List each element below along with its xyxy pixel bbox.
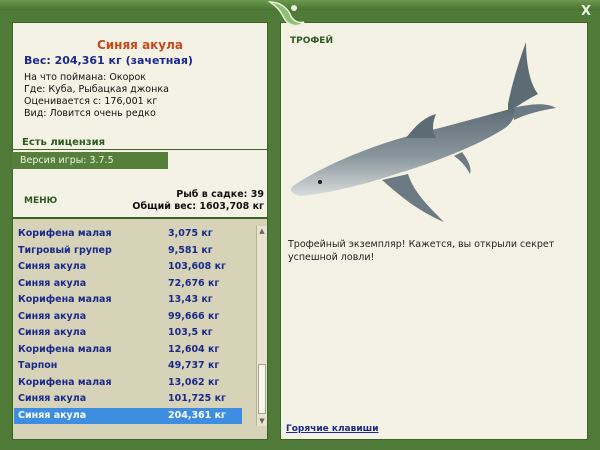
catch-fish-weight: 13,43 кг	[168, 294, 213, 305]
fish-weight: Вес: 204,361 кг (зачетная)	[24, 54, 193, 67]
fish-value: Оценивается с: 176,001 кг	[24, 96, 158, 107]
catch-list-item[interactable]: Синяя акула 72,676 кг	[14, 276, 242, 293]
catch-fish-name: Тигровый групер	[18, 244, 112, 256]
catch-list-item[interactable]: Синяя акула 204,361 кг	[14, 407, 242, 424]
catch-fish-name: Синяя акула	[18, 409, 87, 421]
catch-fish-weight: 103,608 кг	[168, 261, 226, 272]
fish-count: Рыб в садке: 39	[176, 189, 264, 200]
catch-list-item[interactable]: Корифена малая 13,062 кг	[14, 375, 242, 392]
total-weight: Общий вес: 1603,708 кг	[132, 201, 264, 212]
catch-fish-weight: 9,581 кг	[168, 244, 213, 256]
fish-rarity: Вид: Ловится очень редко	[24, 108, 156, 119]
fish-logo-icon	[267, 1, 305, 27]
catch-fish-name: Синяя акула	[18, 310, 87, 322]
catch-fish-weight: 101,725 кг	[168, 393, 226, 404]
catch-list-item[interactable]: Корифена малая 3,075 кг	[14, 226, 242, 243]
scroll-thumb[interactable]	[258, 364, 266, 414]
close-button[interactable]: X	[578, 4, 594, 20]
catch-fish-weight: 49,737 кг	[168, 360, 220, 371]
catch-fish-weight: 12,604 кг	[168, 343, 220, 355]
scroll-up-icon[interactable]: ▲	[257, 226, 267, 236]
fish-name: Синяя акула	[96, 38, 184, 52]
catch-list: Корифена малая 3,075 кг Тигровый групер 9,5…	[14, 226, 242, 424]
catch-fish-weight: 13,062 кг	[168, 376, 220, 388]
catch-fish-name: Корифена малая	[18, 294, 112, 305]
catch-fish-name: Корифена малая	[18, 343, 112, 355]
catch-list-item[interactable]: Синяя акула 99,666 кг	[14, 309, 242, 326]
catch-list-item[interactable]: Синяя акула 103,5 кг	[14, 325, 242, 342]
catch-fish-weight: 103,5 кг	[168, 327, 213, 338]
scroll-down-icon[interactable]: ▼	[257, 416, 267, 426]
catch-list-item[interactable]: Корифена малая 13,43 кг	[14, 292, 242, 309]
fish-bait: На что поймана: Окорок	[24, 72, 147, 83]
catch-fish-name: Синяя акула	[18, 393, 87, 404]
catch-fish-name: Тарпон	[18, 360, 58, 371]
catch-fish-name: Синяя акула	[18, 261, 87, 272]
catch-fish-name: Синяя акула	[18, 327, 87, 338]
version-bar: Версия игры: 3.7.5	[12, 152, 168, 169]
catch-fish-weight: 72,676 кг	[168, 277, 220, 289]
catch-list-item[interactable]: Тарпон 49,737 кг	[14, 358, 242, 375]
fish-place: Где: Куба, Рыбацкая джонка	[24, 84, 169, 95]
license-status: Есть лицензия	[22, 137, 106, 148]
catch-fish-weight: 99,666 кг	[168, 310, 220, 322]
blue-shark-image	[291, 42, 556, 222]
catch-list-item[interactable]: Синяя акула 101,725 кг	[14, 391, 242, 408]
catch-fish-weight: 204,361 кг	[168, 409, 226, 421]
trophy-message: Трофейный экземпляр! Кажется, вы открыли…	[288, 239, 555, 263]
catch-fish-name: Синяя акула	[18, 277, 87, 289]
catch-fish-weight: 3,075 кг	[168, 228, 213, 239]
catch-list-item[interactable]: Синяя акула 103,608 кг	[14, 259, 242, 276]
hotkeys-link[interactable]: Горячие клавиши	[286, 424, 379, 434]
menu-button[interactable]: МЕНЮ	[24, 196, 57, 206]
catch-list-item[interactable]: Корифена малая 12,604 кг	[14, 342, 242, 359]
catch-list-scrollbar[interactable]: ▲ ▼	[256, 226, 267, 426]
catch-fish-name: Корифена малая	[18, 376, 112, 388]
catch-fish-name: Корифена малая	[18, 228, 112, 239]
catch-list-item[interactable]: Тигровый групер 9,581 кг	[14, 243, 242, 260]
